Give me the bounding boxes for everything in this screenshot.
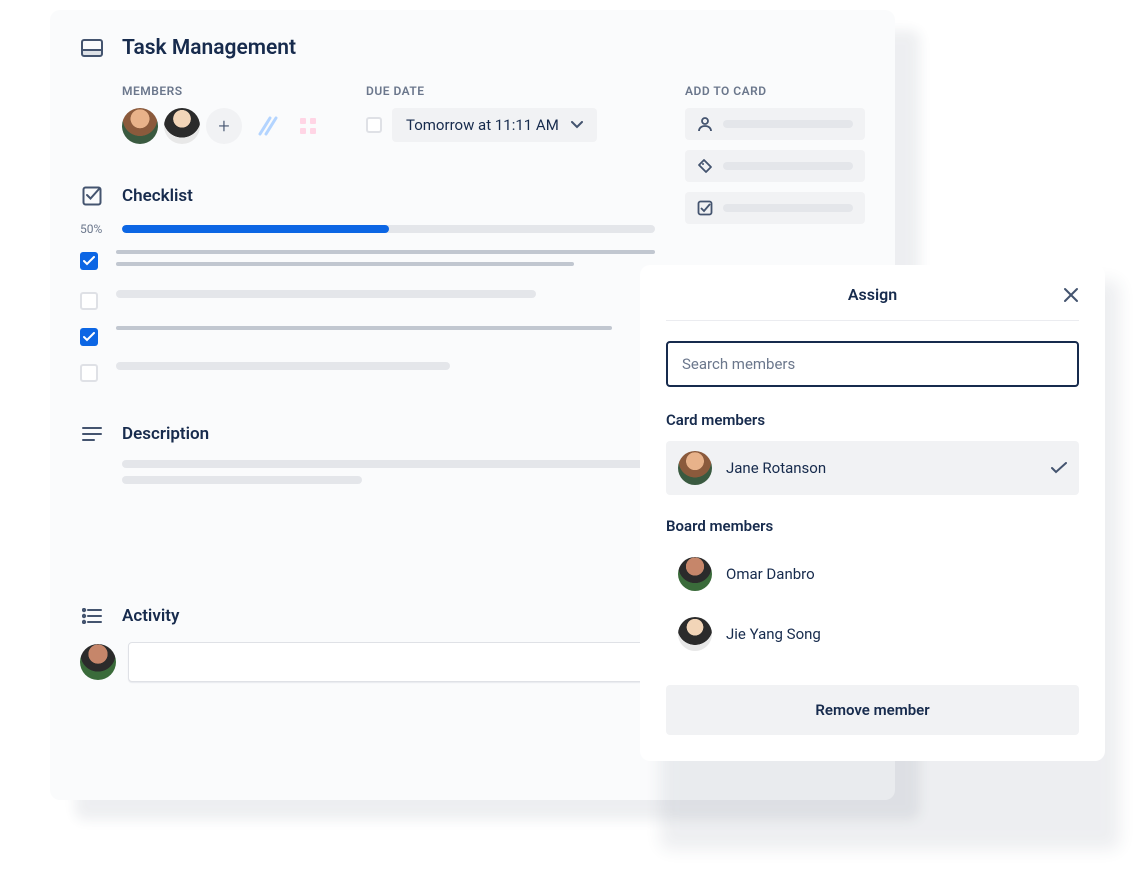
card-members-label: Card members: [666, 411, 1079, 429]
description-header: Description: [80, 422, 655, 446]
activity-comment-input[interactable]: [128, 642, 655, 682]
board-members-label: Board members: [666, 517, 1079, 535]
card-main-column: MEMBERS + DUE DATE: [80, 84, 655, 682]
chevron-down-icon: [571, 121, 583, 129]
progress-label: 50%: [80, 222, 112, 236]
checklist-item[interactable]: [80, 362, 655, 382]
checklist-item-text-placeholder: [116, 250, 655, 274]
activity-section: Activity: [122, 604, 655, 682]
aside-item-placeholder: [723, 120, 853, 128]
add-checklist-button[interactable]: [685, 192, 865, 224]
checklist-progress: 50%: [80, 222, 655, 236]
due-date-section: DUE DATE Tomorrow at 11:11 AM: [366, 84, 655, 144]
checklist-item[interactable]: [80, 250, 655, 274]
checklist-header: Checklist: [80, 184, 655, 208]
progress-fill: [122, 225, 389, 233]
description-placeholder[interactable]: [122, 460, 655, 484]
member-name: Jie Yang Song: [726, 625, 1067, 643]
aside-item-placeholder: [723, 204, 853, 212]
checklist-item-text-placeholder: [116, 290, 655, 306]
check-square-icon: [697, 200, 713, 216]
decorative-stripe-icon: [248, 108, 284, 144]
checklist-item-text-placeholder: [116, 362, 655, 378]
tag-icon: [697, 158, 713, 174]
activity-header: Activity: [80, 604, 655, 628]
popover-title: Assign: [848, 285, 897, 304]
due-date-row: Tomorrow at 11:11 AM: [366, 108, 655, 142]
description-title: Description: [122, 424, 209, 444]
close-icon[interactable]: [1063, 287, 1079, 303]
member-avatar: [678, 617, 712, 651]
add-labels-button[interactable]: [685, 150, 865, 182]
checklist-item[interactable]: [80, 326, 655, 346]
member-name: Omar Danbro: [726, 565, 1067, 583]
activity-title: Activity: [122, 606, 179, 626]
remove-member-button[interactable]: Remove member: [666, 685, 1079, 735]
due-date-checkbox[interactable]: [366, 117, 382, 133]
add-members-button[interactable]: [685, 108, 865, 140]
member-row[interactable]: Jie Yang Song: [666, 607, 1079, 661]
member-row[interactable]: Jane Rotanson: [666, 441, 1079, 495]
member-avatar[interactable]: [122, 108, 158, 144]
due-date-label: DUE DATE: [366, 84, 655, 98]
checklist-title: Checklist: [122, 186, 193, 206]
activity-icon: [80, 604, 104, 628]
checklist-item-text-placeholder: [116, 326, 655, 338]
members-section: MEMBERS +: [122, 84, 326, 144]
member-row[interactable]: Omar Danbro: [666, 547, 1079, 601]
description-icon: [80, 422, 104, 446]
card-title: Task Management: [122, 36, 296, 60]
description-section: Description: [122, 422, 655, 484]
add-to-card-label: ADD TO CARD: [685, 84, 865, 98]
checkbox-unchecked[interactable]: [80, 292, 98, 310]
checklist-section: Checklist 50%: [122, 184, 655, 382]
checkbox-unchecked[interactable]: [80, 364, 98, 382]
checklist-icon: [80, 184, 104, 208]
popover-header: Assign: [666, 285, 1079, 321]
aside-item-placeholder: [723, 162, 853, 170]
check-icon: [1051, 462, 1067, 474]
activity-input-row: [80, 642, 655, 682]
checkbox-checked[interactable]: [80, 328, 98, 346]
person-icon: [697, 116, 713, 132]
member-avatar: [678, 451, 712, 485]
card-meta-row: MEMBERS + DUE DATE: [122, 84, 655, 144]
decorative-pink-icon: [290, 108, 326, 144]
checklist-item[interactable]: [80, 290, 655, 310]
due-date-value: Tomorrow at 11:11 AM: [406, 116, 559, 134]
assign-popover: Assign Card members Jane Rotanson Board …: [640, 265, 1105, 761]
checklist-items: [80, 250, 655, 382]
members-avatars: +: [122, 108, 326, 144]
due-date-picker[interactable]: Tomorrow at 11:11 AM: [392, 108, 597, 142]
member-avatar[interactable]: [164, 108, 200, 144]
progress-bar: [122, 225, 655, 233]
members-label: MEMBERS: [122, 84, 326, 98]
add-member-button[interactable]: +: [206, 108, 242, 144]
checkbox-checked[interactable]: [80, 252, 98, 270]
member-avatar: [678, 557, 712, 591]
search-members-input[interactable]: [666, 341, 1079, 387]
current-user-avatar: [80, 644, 116, 680]
member-name: Jane Rotanson: [726, 459, 1037, 477]
card-header: Task Management: [80, 36, 865, 60]
card-icon: [80, 36, 104, 60]
